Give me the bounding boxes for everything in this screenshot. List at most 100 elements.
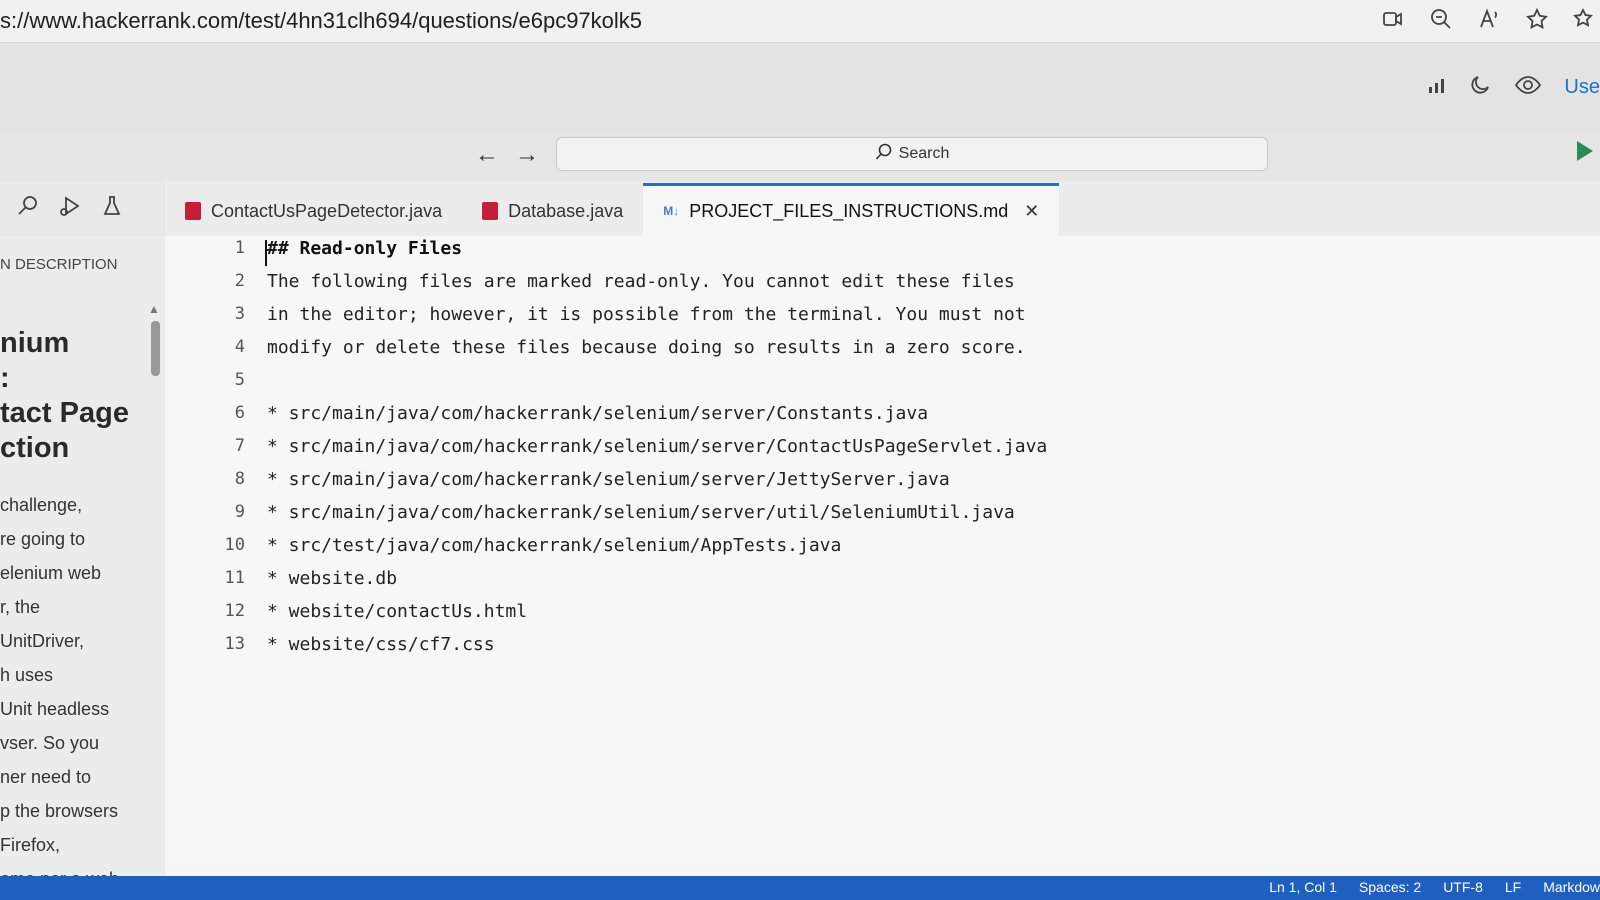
language-mode[interactable]: Markdow — [1543, 879, 1600, 895]
favorites-list-icon[interactable] — [1570, 4, 1600, 34]
line-number: 1 — [234, 238, 245, 258]
line-text[interactable]: * src/main/java/com/hackerrank/selenium/… — [267, 403, 928, 424]
description-line: Firefox, — [0, 835, 61, 855]
line-text[interactable]: * website.db — [267, 568, 397, 589]
line-number: 6 — [234, 403, 245, 423]
line-number: 7 — [234, 436, 245, 456]
tab-contactuspagedetector[interactable]: ContactUsPageDetector.java — [165, 186, 462, 236]
title-line: nium — [0, 327, 70, 359]
search-icon[interactable] — [16, 194, 40, 223]
status-bar: Ln 1, Col 1 Spaces: 2 UTF-8 LF Markdow — [0, 876, 1600, 900]
description-line: elenium web — [0, 563, 102, 583]
tab-label: ContactUsPageDetector.java — [211, 200, 443, 221]
line-text[interactable]: ## Read-only Files — [267, 238, 462, 259]
editor-line: 6 * src/main/java/com/hackerrank/seleniu… — [165, 403, 1565, 435]
editor-line: 9 * src/main/java/com/hackerrank/seleniu… — [165, 502, 1565, 534]
editor-line: 11 * website.db — [165, 568, 1565, 600]
eye-icon[interactable] — [1514, 73, 1542, 102]
editor-line: 3 in the editor; however, it is possible… — [165, 304, 1565, 336]
description-line: r, the — [0, 597, 41, 617]
editor-line: 13 * website/css/cf7.css — [165, 634, 1565, 666]
user-link[interactable]: Use — [1564, 76, 1600, 99]
line-text[interactable]: * src/test/java/com/hackerrank/selenium/… — [267, 535, 841, 556]
description-line: re going to — [0, 529, 86, 549]
run-icon[interactable] — [1577, 141, 1593, 161]
line-text[interactable]: * src/main/java/com/hackerrank/selenium/… — [267, 436, 1047, 457]
zoom-out-icon[interactable] — [1426, 4, 1456, 34]
status-items: Ln 1, Col 1 Spaces: 2 UTF-8 LF Markdow — [1269, 879, 1600, 895]
line-number: 3 — [234, 304, 245, 324]
problem-title: nium : tact Page ction — [0, 326, 150, 466]
back-arrow-icon[interactable]: ← — [475, 141, 499, 169]
command-search-box[interactable]: Search — [556, 137, 1268, 171]
line-text[interactable]: * website/contactUs.html — [267, 601, 527, 622]
ide-title-bar: ← → Search — [0, 131, 1600, 181]
close-icon[interactable]: ✕ — [1024, 201, 1039, 222]
line-text[interactable]: modify or delete these files because doi… — [267, 337, 1026, 358]
read-aloud-icon[interactable] — [1474, 4, 1504, 34]
dark-mode-moon-icon[interactable] — [1468, 73, 1492, 102]
tab-label: Database.java — [508, 200, 624, 221]
description-line: challenge, — [0, 495, 83, 515]
java-file-icon — [185, 202, 201, 220]
run-debug-icon[interactable] — [58, 194, 82, 223]
line-number: 4 — [234, 337, 245, 357]
code-editor[interactable]: 1 ## Read-only Files 2 The following fil… — [165, 236, 1600, 876]
title-line: tact Page — [0, 397, 129, 429]
line-text[interactable]: * src/main/java/com/hackerrank/selenium/… — [267, 469, 950, 490]
editor-line: 10 * src/test/java/com/hackerrank/seleni… — [165, 535, 1565, 567]
line-number: 5 — [234, 370, 245, 390]
navigation-arrows: ← → — [475, 141, 539, 169]
line-number: 8 — [234, 469, 245, 489]
encoding-setting[interactable]: UTF-8 — [1443, 879, 1483, 895]
tab-database[interactable]: Database.java — [462, 186, 643, 236]
problem-description: challenge, re going to elenium web r, th… — [0, 488, 150, 896]
editor-line: 1 ## Read-only Files — [165, 238, 1565, 270]
browser-address-bar: s://www.hackerrank.com/test/4hn31clh694/… — [0, 0, 1600, 43]
markdown-file-icon: M↓ — [663, 204, 680, 218]
search-label: Search — [898, 145, 950, 162]
editor-line: 4 modify or delete these files because d… — [165, 337, 1565, 369]
editor-line: 5 — [165, 370, 1565, 402]
video-camera-icon[interactable] — [1378, 4, 1408, 34]
description-line: h uses — [0, 665, 54, 685]
url-text[interactable]: s://www.hackerrank.com/test/4hn31clh694/… — [0, 8, 642, 34]
title-line: : — [0, 362, 10, 394]
editor-line: 8 * src/main/java/com/hackerrank/seleniu… — [165, 469, 1565, 501]
editor-line: 2 The following files are marked read-on… — [165, 271, 1565, 303]
line-text[interactable]: in the editor; however, it is possible f… — [267, 304, 1026, 325]
indentation-setting[interactable]: Spaces: 2 — [1359, 879, 1421, 895]
description-line: p the browsers — [0, 801, 119, 821]
tab-project-files-instructions[interactable]: M↓ PROJECT_FILES_INSTRUCTIONS.md ✕ — [643, 183, 1060, 236]
line-ending-setting[interactable]: LF — [1505, 879, 1521, 895]
browser-toolbar-icons — [1378, 4, 1600, 34]
title-line: ction — [0, 432, 70, 464]
editor-tabs: ContactUsPageDetector.java Database.java… — [165, 181, 1600, 236]
activity-toolbar — [0, 181, 165, 236]
description-line: vser. So you — [0, 733, 100, 753]
description-line: UnitDriver, — [0, 631, 85, 651]
cursor-position[interactable]: Ln 1, Col 1 — [1269, 879, 1337, 895]
page-header: Use — [0, 43, 1600, 131]
line-text[interactable]: * website/css/cf7.css — [267, 634, 495, 655]
editor-line: 7 * src/main/java/com/hackerrank/seleniu… — [165, 436, 1565, 468]
signal-bars-icon[interactable] — [1426, 75, 1446, 100]
line-number: 10 — [224, 535, 245, 555]
description-scrollbar[interactable] — [151, 321, 160, 376]
description-header: N DESCRIPTION — [0, 256, 118, 273]
description-line: Unit headless — [0, 699, 110, 719]
description-panel: N DESCRIPTION nium : tact Page ction cha… — [0, 236, 165, 900]
favorite-star-icon[interactable] — [1522, 4, 1552, 34]
line-number: 2 — [234, 271, 245, 291]
line-number: 11 — [224, 568, 245, 588]
line-text[interactable]: * src/main/java/com/hackerrank/selenium/… — [267, 502, 1015, 523]
testing-flask-icon[interactable] — [100, 194, 124, 223]
line-number: 13 — [224, 634, 245, 654]
line-number: 12 — [224, 601, 245, 621]
search-icon — [875, 143, 893, 166]
line-text[interactable]: The following files are marked read-only… — [267, 271, 1015, 292]
editor-line: 12 * website/contactUs.html — [165, 601, 1565, 633]
tab-label: PROJECT_FILES_INSTRUCTIONS.md — [689, 200, 1009, 221]
scroll-up-arrow-icon[interactable]: ▲ — [148, 302, 160, 316]
forward-arrow-icon[interactable]: → — [515, 141, 539, 169]
